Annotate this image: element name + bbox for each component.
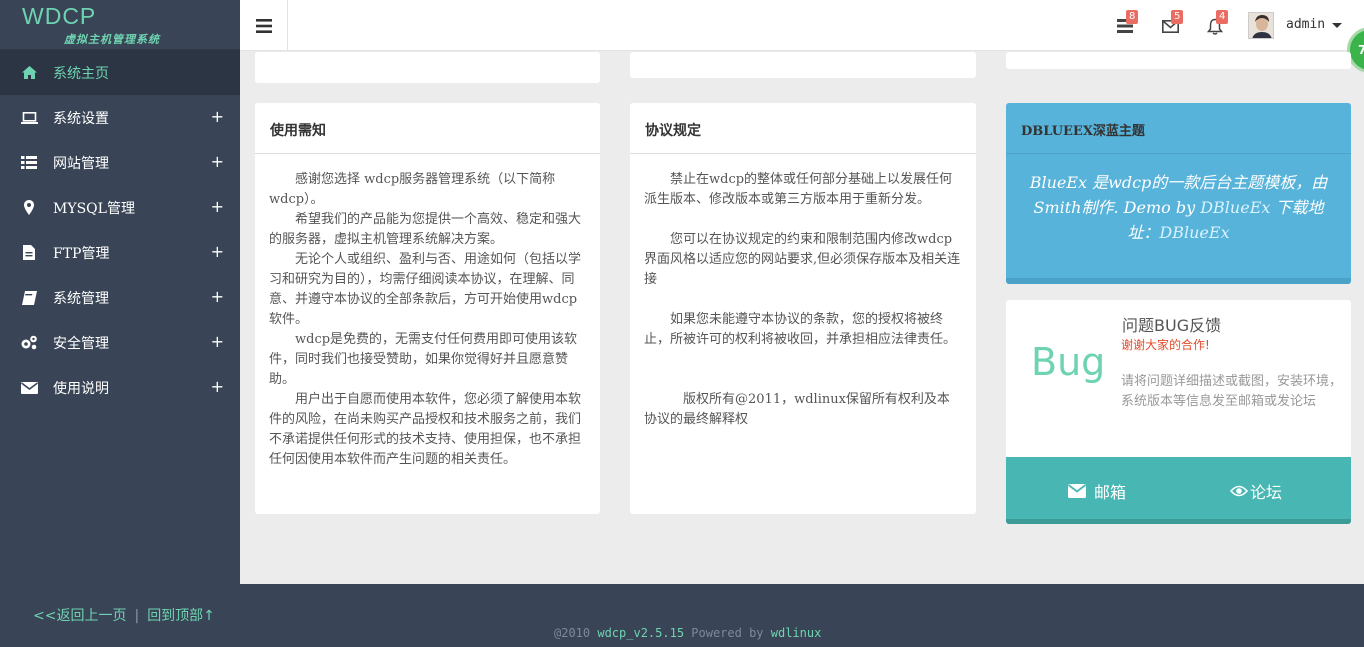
usage-panel-title: 使用需知 — [255, 103, 600, 154]
messages-badge: 5 — [1171, 10, 1184, 24]
footer-links: <<返回上一页 | 回到顶部↑ — [33, 605, 215, 625]
stub-panel-middle — [630, 52, 976, 78]
expand-plus-icon[interactable]: + — [211, 107, 224, 126]
agreement-panel: 协议规定 禁止在wdcp的整体或任何部分基础上以发展任何派生版本、修改版本或第三… — [630, 103, 976, 514]
sidebar-item-label: 网站管理 — [53, 155, 109, 172]
laptop-icon — [19, 111, 39, 124]
agreement-panel-body: 禁止在wdcp的整体或任何部分基础上以发展任何派生版本、修改版本或第三方版本用于… — [630, 154, 976, 446]
gears-icon — [19, 335, 39, 350]
sidebar: WDCP 虚拟主机管理系统 系统主页 系统设置 + 网站管理 + MYSQL管理 + FTP管… — [0, 0, 240, 584]
tasks-button[interactable]: 8 — [1115, 10, 1139, 36]
theme-panel-title: DBLUEEX深蓝主题 — [1006, 103, 1351, 154]
logo[interactable]: WDCP 虚拟主机管理系统 — [0, 0, 240, 50]
mail-button-label: 邮箱 — [1094, 483, 1127, 502]
file-icon — [19, 245, 39, 260]
expand-plus-icon[interactable]: + — [211, 197, 224, 216]
sidebar-menu: 系统主页 系统设置 + 网站管理 + MYSQL管理 + FTP管理 + 系统管理 + 安全管理 + 使用… — [0, 50, 240, 410]
notifications-button[interactable]: 4 — [1205, 10, 1229, 36]
usage-paragraph: 希望我们的产品能为您提供一个高效、稳定和强大的服务器，虚拟主机管理系统解决方案。 — [269, 212, 582, 247]
logo-tagline: 虚拟主机管理系统 — [64, 33, 160, 46]
expand-plus-icon[interactable]: + — [211, 242, 224, 261]
sidebar-item-2[interactable]: 系统设置 + — [0, 95, 240, 140]
theme-download-link[interactable]: DBlueEx — [1159, 223, 1229, 242]
expand-plus-icon[interactable]: + — [211, 332, 224, 351]
book-icon — [19, 290, 39, 305]
sidebar-item-5[interactable]: FTP管理 + — [0, 230, 240, 275]
user-avatar-icon — [1249, 13, 1273, 38]
usage-paragraph: 无论个人或组织、盈利与否、用途如何（包括以学习和研究为目的），均需仔细阅读本协议… — [269, 252, 582, 327]
sidebar-item-label: FTP管理 — [53, 245, 110, 262]
bug-panel-footer: 邮箱 论坛 — [1006, 457, 1351, 519]
agreement-paragraph: 版权所有@2011，wdlinux保留所有权利及本协议的最终解释权 — [644, 392, 950, 427]
sidebar-item-7[interactable]: 安全管理 + — [0, 320, 240, 365]
usage-paragraph: 感谢您选择 wdcp服务器管理系统（以下简称wdcp）。 — [269, 172, 556, 207]
hamburger-icon — [255, 18, 272, 33]
copyright: @2010 wdcp_v2.5.15 Powered by wdlinux — [554, 626, 821, 640]
forum-button-label: 论坛 — [1250, 483, 1283, 502]
menu-toggle-button[interactable] — [240, 0, 288, 51]
forum-button[interactable]: 论坛 — [1230, 479, 1282, 503]
sidebar-item-label: 安全管理 — [53, 335, 109, 352]
agreement-paragraph: 如果您未能遵守本协议的条款，您的授权将被终止，所被许可的权利将被收回，并承担相应… — [644, 312, 957, 347]
bug-description: 请将问题详细描述或截图，安装环境，系统版本等信息发至邮箱或发论坛 — [1121, 374, 1343, 409]
bug-logo: Bug — [1031, 340, 1106, 384]
usage-paragraph: wdcp是免费的，无需支付任何费用即可使用该软件，同时我们也接受赞助，如果你觉得… — [269, 332, 578, 387]
mail-button[interactable]: 邮箱 — [1068, 479, 1126, 503]
sidebar-item-label: 使用说明 — [53, 380, 109, 397]
sidebar-item-label: MYSQL管理 — [53, 200, 135, 217]
envelope-icon — [19, 381, 39, 394]
bug-feedback-panel: Bug 问题BUG反馈 谢谢大家的合作! 请将问题详细描述或截图，安装环境，系统… — [1006, 300, 1351, 524]
footer-divider: | — [134, 608, 140, 624]
theme-panel: DBLUEEX深蓝主题 BlueEx 是wdcp的一款后台主题模板，由Smith… — [1006, 103, 1351, 284]
back-link[interactable]: <<返回上一页 — [33, 608, 126, 624]
author-link[interactable]: wdlinux — [771, 626, 822, 640]
envelope-icon — [1068, 484, 1086, 498]
eye-icon — [1230, 485, 1248, 497]
copyright-year: @2010 — [554, 626, 598, 640]
top-link[interactable]: 回到顶部↑ — [147, 608, 215, 624]
sidebar-item-4[interactable]: MYSQL管理 + — [0, 185, 240, 230]
agreement-paragraph: 禁止在wdcp的整体或任何部分基础上以发展任何派生版本、修改版本或第三方版本用于… — [644, 172, 953, 207]
version-link[interactable]: wdcp_v2.5.15 — [597, 626, 684, 640]
sidebar-item-6[interactable]: 系统管理 + — [0, 275, 240, 320]
list-icon — [19, 156, 39, 169]
usage-paragraph: 用户出于自愿而使用本软件，您必须了解使用本软件的风险，在尚未购买产品授权和技术服… — [269, 392, 582, 467]
sidebar-item-label: 系统主页 — [53, 65, 109, 82]
tasks-badge: 8 — [1126, 10, 1139, 24]
sidebar-item-label: 系统管理 — [53, 290, 109, 307]
theme-panel-body: BlueEx 是wdcp的一款后台主题模板，由Smith制作. Demo by … — [1006, 154, 1351, 261]
expand-plus-icon[interactable]: + — [211, 377, 224, 396]
agreement-panel-title: 协议规定 — [630, 103, 976, 154]
sidebar-item-8[interactable]: 使用说明 + — [0, 365, 240, 410]
usage-panel: 使用需知 感谢您选择 wdcp服务器管理系统（以下简称wdcp）。 希望我们的产… — [255, 103, 600, 514]
user-dropdown-caret-icon[interactable] — [1332, 23, 1342, 28]
powered-by: Powered by — [684, 626, 771, 640]
usage-panel-body: 感谢您选择 wdcp服务器管理系统（以下简称wdcp）。 希望我们的产品能为您提… — [255, 154, 600, 486]
sidebar-item-3[interactable]: 网站管理 + — [0, 140, 240, 185]
sidebar-item-label: 系统设置 — [53, 110, 109, 127]
avatar[interactable] — [1248, 12, 1274, 39]
footer-bar: <<返回上一页 | 回到顶部↑ @2010 wdcp_v2.5.15 Powered… — [0, 584, 1364, 647]
messages-button[interactable]: 5 — [1160, 10, 1184, 36]
expand-plus-icon[interactable]: + — [211, 287, 224, 306]
logo-brand: WDCP — [22, 3, 97, 29]
user-name[interactable]: admin — [1286, 17, 1325, 32]
notifications-badge: 4 — [1216, 10, 1229, 24]
sidebar-item-1[interactable]: 系统主页 — [0, 50, 240, 95]
bug-panel-title: 问题BUG反馈 — [1122, 316, 1222, 335]
bug-thanks-text: 谢谢大家的合作! — [1121, 338, 1210, 352]
agreement-paragraph: 您可以在协议规定的约束和限制范围内修改wdcp界面风格以适应您的网站要求,但必须… — [644, 232, 961, 287]
stub-panel-right — [1006, 52, 1351, 69]
map-marker-icon — [19, 200, 39, 215]
stub-panel-left — [255, 52, 600, 83]
home-icon — [19, 66, 39, 79]
expand-plus-icon[interactable]: + — [211, 152, 224, 171]
theme-demo-link[interactable]: DBlueEx — [1200, 198, 1270, 217]
top-header: 8 5 4 admin — [240, 0, 1364, 51]
